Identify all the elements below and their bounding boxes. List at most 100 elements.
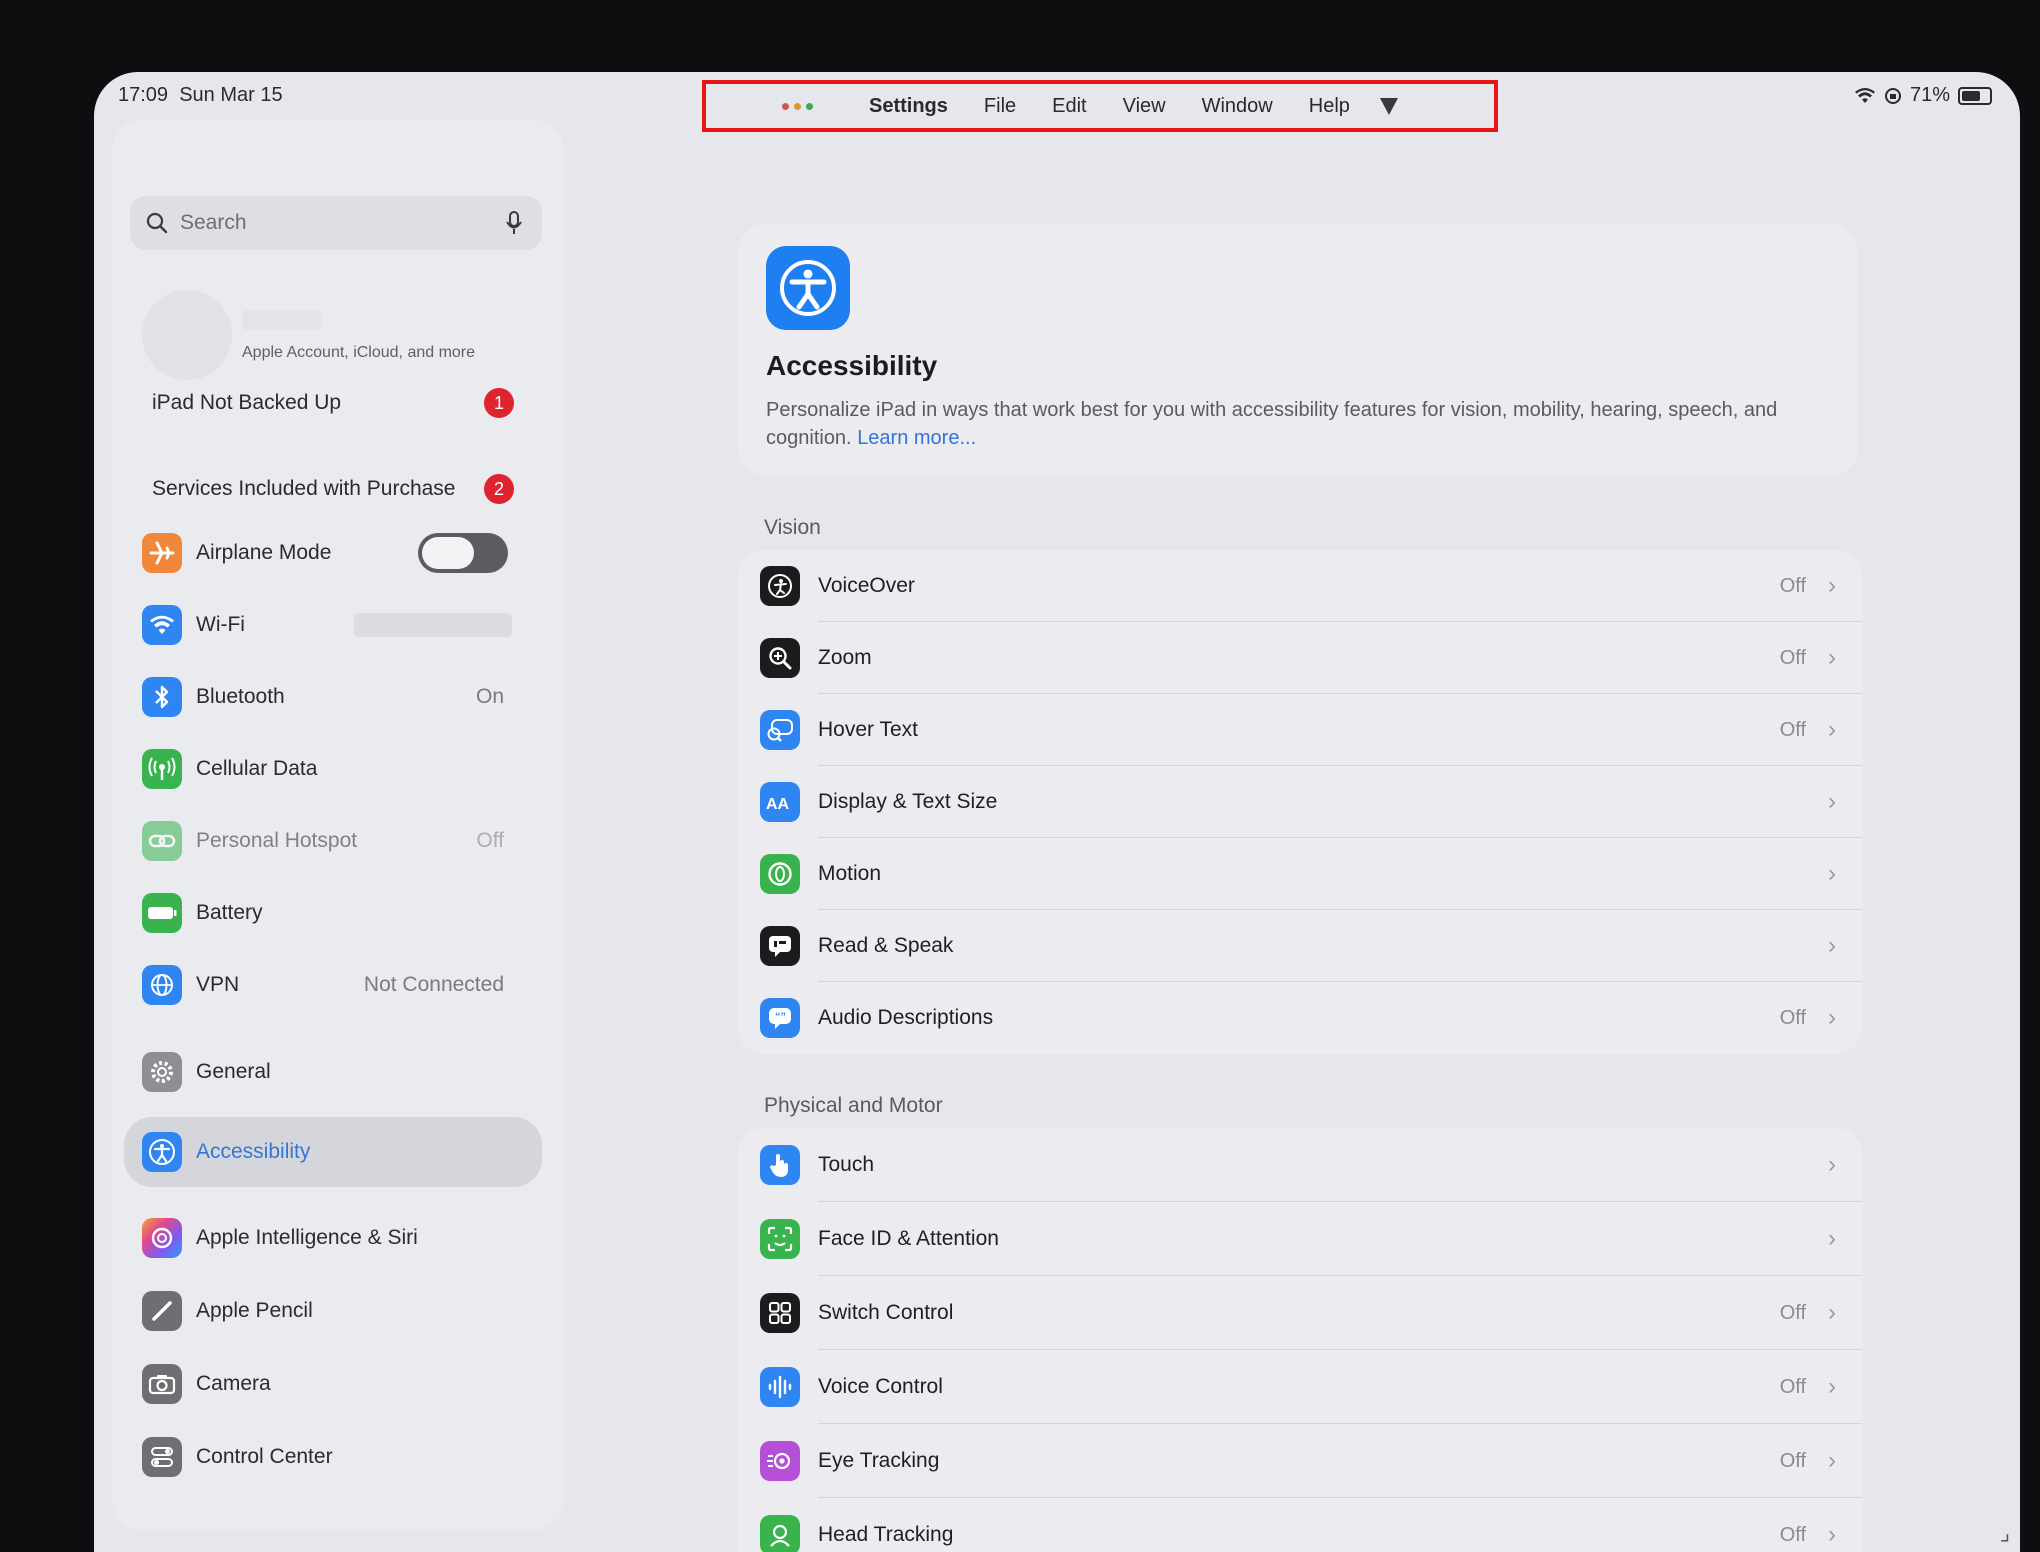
accessibility-icon — [142, 1132, 182, 1172]
pointer-triangle-icon — [1379, 97, 1398, 115]
apple-account-row[interactable]: Apple Account, iCloud, and more — [142, 290, 542, 382]
minimize-dot[interactable] — [794, 102, 801, 110]
bluetooth-icon — [142, 677, 182, 717]
row-value: Off — [1779, 1006, 1806, 1029]
voiceover-icon — [760, 566, 800, 606]
menu-file[interactable]: File — [984, 95, 1016, 118]
sidebar-item-camera[interactable]: Camera — [142, 1356, 542, 1412]
row-label: Head Tracking — [818, 1523, 954, 1546]
ipad-screen: 17:09 Sun Mar 15 71% Settings File Edit … — [94, 72, 2020, 1552]
row-audio-descriptions[interactable]: “” Audio Descriptions Off › — [738, 982, 1862, 1054]
row-zoom[interactable]: Zoom Off › — [738, 622, 1862, 694]
row-label: Eye Tracking — [818, 1449, 940, 1472]
head-tracking-icon — [760, 1515, 800, 1552]
sidebar-item-general[interactable]: General — [142, 1044, 542, 1100]
menu-edit[interactable]: Edit — [1052, 95, 1086, 118]
sidebar-item-label: General — [196, 1060, 271, 1083]
row-label: Touch — [818, 1153, 875, 1176]
sidebar-item-battery[interactable]: Battery — [142, 885, 542, 941]
row-read-speak[interactable]: Read & Speak › — [738, 910, 1862, 982]
chevron-right-icon: › — [1828, 788, 1836, 815]
siri-icon — [142, 1218, 182, 1258]
chevron-right-icon: › — [1828, 1225, 1836, 1252]
row-value: Off — [1779, 1449, 1806, 1472]
pencil-icon — [142, 1291, 182, 1331]
menu-settings[interactable]: Settings — [869, 95, 948, 118]
airplane-icon — [142, 533, 182, 573]
toggle-knob — [422, 537, 474, 569]
hover-text-icon — [760, 710, 800, 750]
chevron-right-icon: › — [1828, 1447, 1836, 1474]
backup-alert-badge: 1 — [484, 388, 514, 418]
row-face-id-attention[interactable]: Face ID & Attention › — [738, 1202, 1862, 1276]
menu-view[interactable]: View — [1123, 95, 1166, 118]
sidebar-item-label: Airplane Mode — [196, 541, 332, 564]
row-head-tracking[interactable]: Head Tracking Off › — [738, 1498, 1862, 1552]
row-label: Switch Control — [818, 1301, 954, 1324]
row-voice-control[interactable]: Voice Control Off › — [738, 1350, 1862, 1424]
gear-icon — [142, 1052, 182, 1092]
chevron-right-icon: › — [1828, 572, 1836, 599]
sidebar-item-apple-intelligence-siri[interactable]: Apple Intelligence & Siri — [142, 1210, 542, 1266]
row-label: Zoom — [818, 646, 872, 669]
accessibility-header-card: Accessibility Personalize iPad in ways t… — [738, 224, 1858, 476]
zoom-dot[interactable] — [806, 102, 813, 110]
battery-percent: 71% — [1909, 84, 1950, 106]
services-alert-row[interactable]: Services Included with Purchase 2 — [152, 464, 544, 514]
row-voiceover[interactable]: VoiceOver Off › — [738, 550, 1862, 622]
airplane-mode-toggle[interactable] — [418, 533, 508, 573]
sidebar-item-vpn[interactable]: VPN Not Connected — [142, 957, 542, 1013]
backup-alert-row[interactable]: iPad Not Backed Up 1 — [152, 378, 544, 428]
hotspot-value: Off — [476, 829, 504, 852]
search-input[interactable]: Search — [180, 211, 247, 235]
status-indicators: 71% — [1854, 84, 1992, 107]
row-label: Face ID & Attention — [818, 1227, 999, 1250]
sidebar-item-accessibility[interactable]: Accessibility — [124, 1117, 542, 1187]
learn-more-link[interactable]: Learn more... — [857, 427, 976, 449]
row-value: Off — [1779, 1523, 1806, 1546]
account-name-redacted — [242, 310, 322, 330]
backup-alert-label: iPad Not Backed Up — [152, 391, 342, 414]
sidebar-item-label: Control Center — [196, 1445, 333, 1468]
date-text: Sun Mar 15 — [179, 84, 283, 106]
text-size-icon: AA — [760, 782, 800, 822]
row-touch[interactable]: Touch › — [738, 1128, 1862, 1202]
close-dot[interactable] — [782, 102, 789, 110]
sidebar-item-label: VPN — [196, 973, 240, 996]
face-id-icon — [760, 1219, 800, 1259]
sidebar-item-apple-pencil[interactable]: Apple Pencil — [142, 1283, 542, 1339]
battery-level — [1962, 90, 1981, 101]
hand-icon — [760, 1145, 800, 1185]
sidebar-item-personal-hotspot[interactable]: Personal Hotspot Off — [142, 813, 542, 869]
sidebar-item-bluetooth[interactable]: Bluetooth On — [142, 669, 542, 725]
zoom-icon — [760, 638, 800, 678]
menu-help[interactable]: Help — [1309, 95, 1350, 118]
account-subtitle: Apple Account, iCloud, and more — [242, 344, 476, 361]
sidebar-item-wifi[interactable]: Wi-Fi — [142, 597, 542, 653]
window-controls[interactable] — [782, 102, 813, 110]
motion-icon — [760, 854, 800, 894]
orientation-lock-icon — [1884, 87, 1901, 104]
row-eye-tracking[interactable]: Eye Tracking Off › — [738, 1424, 1862, 1498]
sidebar-item-control-center[interactable]: Control Center — [142, 1429, 542, 1485]
chevron-right-icon: › — [1828, 1151, 1836, 1178]
svg-text:AA: AA — [766, 796, 790, 813]
chevron-right-icon: › — [1828, 932, 1836, 959]
sidebar-item-label: Accessibility — [196, 1140, 311, 1163]
microphone-icon[interactable] — [506, 211, 522, 235]
chevron-right-icon: › — [1828, 1299, 1836, 1326]
row-motion[interactable]: Motion › — [738, 838, 1862, 910]
row-value: Off — [1779, 1375, 1806, 1398]
row-hover-text[interactable]: Hover Text Off › — [738, 694, 1862, 766]
chevron-right-icon: › — [1828, 860, 1836, 887]
menu-bar: Settings File Edit View Window Help — [702, 80, 1498, 132]
row-display-text-size[interactable]: AA Display & Text Size › — [738, 766, 1862, 838]
menu-window[interactable]: Window — [1202, 95, 1273, 118]
sidebar-item-cellular-data[interactable]: Cellular Data — [142, 741, 542, 797]
row-switch-control[interactable]: Switch Control Off › — [738, 1276, 1862, 1350]
search-field[interactable]: Search — [130, 196, 542, 250]
voice-control-icon — [760, 1367, 800, 1407]
camera-icon — [142, 1364, 182, 1404]
vpn-value: Not Connected — [363, 973, 504, 996]
sidebar-item-airplane-mode[interactable]: Airplane Mode — [142, 525, 542, 581]
